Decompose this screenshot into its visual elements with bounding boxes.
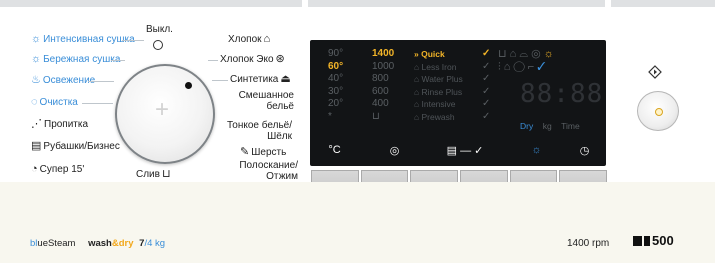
wash-option: ⌂ Prewash — [414, 111, 455, 122]
temperature-option: * — [328, 110, 332, 122]
program-synthetic[interactable]: Синтетика ⏏ — [230, 73, 293, 86]
off-position-marker — [153, 40, 163, 50]
program-shirts[interactable]: ▤ Рубашки/Бизнес — [31, 140, 120, 153]
wash-option: ⌂ Less Iron — [414, 61, 457, 72]
program-cotton[interactable]: Хлопок ⌂ — [228, 33, 272, 46]
model-label: 500 — [633, 233, 674, 248]
temperature-column: 90° 60° 40° 30° 20° * — [328, 48, 343, 123]
program-super15[interactable]: ◔ Супер 15' — [31, 163, 84, 176]
spin-option: 600 — [372, 85, 389, 97]
options-button-label: ▤ — ✓ — [446, 145, 484, 157]
option-checks: ✓ ✓ ✓ ✓ ✓ ✓ — [482, 48, 491, 122]
temperature-option: 30° — [328, 85, 344, 97]
program-rinse-spin[interactable]: Полоскание/ Отжим — [218, 160, 298, 182]
extra-icons-row: ⊔ ⌂ ⌓ ◎ ☼ ⫶ ⌂ ◯ ⌐ ✓ — [498, 48, 554, 73]
sun-icon: ☼ — [31, 33, 42, 45]
start-pause-icon — [648, 65, 662, 79]
timer-button-label: ◷ — [579, 145, 590, 157]
program-cleaning[interactable]: ◌ Очистка — [31, 96, 78, 109]
program-delicate[interactable]: Тонкое бельё/Шёлк — [222, 120, 292, 142]
control-panel: ☼ Интенсивная сушка ☼ Бережная сушка ♨ Осве… — [0, 7, 715, 198]
program-selector-knob[interactable]: + — [115, 64, 215, 164]
rpm-label: 1400 rpm — [567, 238, 610, 249]
temperature-option: 40° — [328, 73, 344, 84]
control-display: 90° 60° 40° 30° 20° * 1400 1000 800 600 400 ⊔ » Qu… — [310, 40, 606, 166]
program-gentle-dry[interactable]: ☼ Бережная сушка — [31, 53, 120, 66]
program-cotton-eco[interactable]: Хлопок Эко ⊛ — [220, 53, 287, 66]
program-drain[interactable]: Слив ⊔ — [136, 168, 173, 181]
program-impregnation[interactable]: ⋰ Пропитка — [31, 118, 88, 131]
options-column: » Quick ⌂ Less Iron ⌂ Water Plus ⌂ Rinse Pl… — [414, 48, 463, 123]
top-strip — [0, 0, 715, 7]
synthetic-icon: ⏏ — [280, 73, 291, 85]
program-intensive-dry[interactable]: ☼ Интенсивная сушка — [31, 33, 135, 46]
impregnation-icon: ⋰ — [31, 118, 42, 130]
timer-icon: ◔ — [31, 163, 38, 175]
spin-column: 1400 1000 800 600 400 ⊔ — [372, 48, 394, 123]
time-readout: 88:88 — [520, 79, 604, 109]
spin-option: 1000 — [372, 60, 395, 72]
steam-icon: ♨ — [31, 74, 41, 86]
eco-icon: ⊛ — [275, 53, 285, 65]
knob-indicator-dot — [185, 82, 192, 89]
temperature-button-label: °C — [328, 144, 341, 156]
sun-icon: ☼ — [31, 53, 42, 65]
temperature-option: 60° — [328, 60, 344, 72]
spin-option: 1400 — [372, 48, 395, 59]
wash-option: ⌂ Intensive — [414, 99, 456, 109]
program-mixed[interactable]: Смешанное бельё — [224, 90, 294, 112]
shirt-icon: ▤ — [31, 140, 42, 152]
clean-icon: ◌ — [31, 96, 38, 108]
knob-off-label: Выкл. — [146, 24, 173, 35]
knob-center-mark: + — [155, 96, 170, 123]
spin-option: ⊔ — [372, 110, 380, 122]
dry-button-label: ☼ — [531, 144, 542, 156]
spin-button-label: ◎ — [389, 145, 400, 157]
start-pause-button[interactable] — [637, 91, 679, 131]
model-logo-icon — [633, 236, 642, 246]
spin-option: 400 — [372, 98, 389, 109]
wash-option: » Quick — [414, 49, 445, 59]
readout-units: Dry kg Time — [520, 121, 580, 131]
temperature-option: 90° — [328, 48, 344, 59]
branding-strip — [0, 182, 715, 263]
wool-icon: ✎ — [240, 146, 250, 158]
cotton-icon: ⌂ — [263, 33, 271, 45]
wash-option: ⌂ Water Plus — [414, 74, 463, 84]
brand-label: blueSteam wash&dry 7/4 kg — [30, 238, 166, 249]
display-button-labels: °C ◎ ▤ — ✓ ☼ ◷ — [310, 136, 606, 166]
temperature-option: 20° — [328, 98, 344, 109]
wash-option: ⌂ Rinse Plus — [414, 86, 463, 97]
spin-option: 800 — [372, 73, 389, 84]
drain-icon: ⊔ — [161, 168, 171, 180]
program-refresh[interactable]: ♨ Освежение — [31, 74, 95, 87]
model-logo-icon — [644, 236, 650, 246]
program-wool[interactable]: ✎ Шерсть — [240, 146, 286, 159]
start-led — [655, 108, 663, 116]
